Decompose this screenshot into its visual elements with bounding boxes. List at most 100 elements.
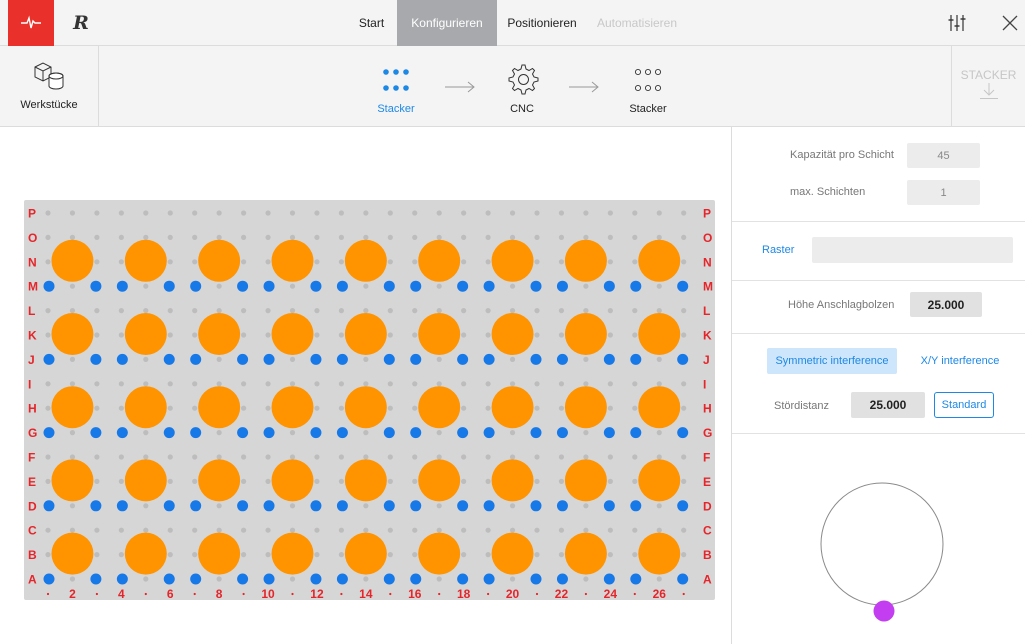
tab-positionieren[interactable]: Positionieren — [497, 0, 587, 46]
grid-hole — [412, 259, 418, 265]
grid-hole — [69, 308, 76, 314]
grid-hole — [534, 332, 540, 338]
grid-hole — [656, 454, 662, 460]
grid-hole — [412, 405, 418, 411]
workpiece — [418, 459, 461, 502]
grid-hole — [216, 527, 222, 533]
layers-label: max. Schichten — [790, 186, 866, 198]
tab-konfigurieren[interactable]: Konfigurieren — [397, 0, 497, 46]
tab-start[interactable]: Start — [346, 0, 397, 46]
grid-hole — [216, 430, 222, 436]
stop-pin-field[interactable]: 25.000 — [910, 292, 982, 317]
workpiece — [638, 386, 681, 429]
grid-hole — [509, 527, 516, 533]
grid-hole — [241, 478, 247, 484]
stop-pin — [457, 427, 469, 439]
stop-pin — [310, 573, 322, 585]
grid-hole — [387, 454, 393, 460]
stop-pin — [116, 353, 128, 365]
xy-interference-button[interactable]: X/Y interference — [910, 348, 1010, 374]
grid-hole — [656, 210, 662, 216]
stop-pin — [603, 427, 615, 439]
workpiece — [564, 239, 607, 282]
step-stacker-input[interactable]: Stacker — [366, 46, 426, 127]
grid-hole — [558, 478, 565, 484]
column-label: 16 — [408, 587, 422, 600]
column-label: 6 — [167, 587, 174, 600]
grid-hole — [143, 527, 149, 533]
stop-pin — [116, 280, 128, 292]
grid-hole — [534, 527, 540, 533]
rotation-circle — [820, 482, 944, 606]
grid-hole — [534, 210, 540, 216]
row-label-right: H — [703, 402, 712, 416]
sliders-icon[interactable] — [944, 10, 970, 36]
grid-hole — [216, 283, 222, 289]
layers-field[interactable]: 1 — [907, 180, 980, 205]
capacity-label: Kapazität pro Schicht — [790, 149, 894, 161]
grid-hole — [681, 381, 687, 387]
grid-hole — [534, 454, 540, 460]
grid-hole — [607, 527, 613, 533]
grid-hole — [118, 454, 124, 460]
grid-hole — [314, 234, 320, 240]
workpiece — [418, 532, 461, 575]
standard-button[interactable]: Standard — [934, 392, 994, 418]
row-label-right: M — [703, 280, 713, 294]
stop-pin — [237, 427, 249, 439]
grid-hole — [265, 332, 271, 338]
grid-hole — [387, 210, 393, 216]
grid-hole — [338, 234, 344, 240]
step-cnc[interactable]: CNC — [492, 46, 552, 127]
stop-pin — [90, 573, 102, 585]
grid-hole — [167, 405, 173, 411]
grid-hole — [45, 478, 51, 484]
grid-hole — [363, 527, 369, 533]
workpiece — [271, 386, 314, 429]
grid-hole — [558, 454, 565, 460]
workpiece — [564, 386, 607, 429]
grid-hole — [241, 527, 247, 533]
tab-automatisieren[interactable]: Automatisieren — [587, 0, 687, 46]
stop-pin — [483, 427, 495, 439]
grid-hole — [607, 552, 613, 558]
grid-hole — [69, 234, 76, 240]
workpiece — [124, 313, 167, 355]
grid-hole — [509, 503, 516, 509]
row-label-left: H — [28, 402, 37, 416]
symmetric-interference-button[interactable]: Symmetric interference — [767, 348, 897, 374]
r-logo-icon[interactable]: R — [66, 9, 96, 37]
stop-pin — [336, 500, 348, 512]
row-label-left: O — [28, 231, 37, 245]
stacker-grid[interactable]: P P O O N N M M L L K K J J I I H H G G F F E E D D C C B B A A 2 4 6 8 10 12… — [24, 200, 715, 600]
grid-hole — [461, 381, 467, 387]
grid-hole — [338, 405, 344, 411]
capacity-field[interactable]: 45 — [907, 143, 980, 168]
grid-hole — [363, 210, 369, 216]
step-stacker-output[interactable]: Stacker — [618, 46, 678, 127]
close-icon[interactable] — [997, 10, 1023, 36]
workpiece — [51, 532, 94, 575]
rotation-dial[interactable] — [817, 482, 947, 632]
grid-hole — [607, 405, 613, 411]
grid-hole — [289, 210, 296, 216]
stacker-download-button[interactable]: STACKER — [951, 46, 1025, 127]
grid-hole — [363, 381, 369, 387]
stop-pin — [483, 280, 495, 292]
workpieces-button[interactable]: Werkstücke — [0, 46, 99, 127]
grid-hole — [45, 259, 51, 265]
grid-hole — [167, 381, 173, 387]
grid-hole — [314, 527, 320, 533]
grid-hole — [192, 308, 198, 314]
capacity-section: Kapazität pro Schicht 45 max. Schichten … — [732, 127, 1025, 222]
stop-pin — [410, 280, 422, 292]
grid-hole — [118, 405, 124, 411]
grid-hole — [656, 234, 662, 240]
pulse-icon[interactable] — [8, 0, 54, 46]
grid-hole — [607, 234, 613, 240]
raster-field[interactable] — [812, 237, 1013, 263]
grid-hole — [485, 454, 491, 460]
rotation-handle[interactable] — [873, 600, 895, 622]
interference-field[interactable]: 25.000 — [851, 392, 925, 418]
column-label: 4 — [118, 587, 125, 600]
